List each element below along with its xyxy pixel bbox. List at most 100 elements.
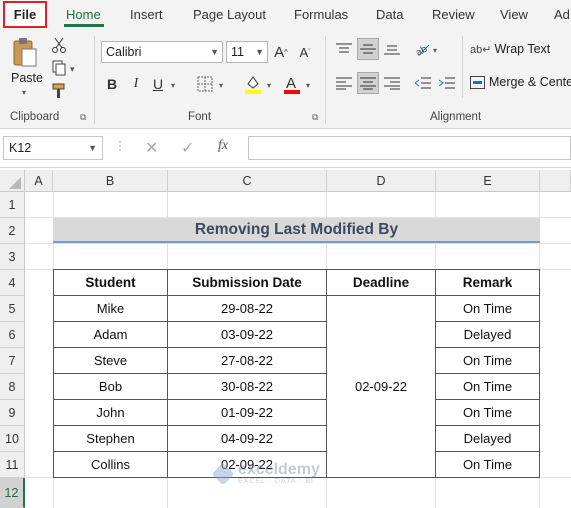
underline-dropdown-icon[interactable]: ▾ <box>168 76 178 94</box>
tab-home[interactable]: Home <box>66 7 101 22</box>
paste-label[interactable]: Paste <box>11 71 43 85</box>
format-painter-icon[interactable] <box>50 82 68 100</box>
cell-student[interactable]: Bob <box>54 374 168 400</box>
tab-review[interactable]: Review <box>432 7 475 22</box>
font-name-combo[interactable]: Calibri ▼ <box>101 41 223 63</box>
font-color-dropdown-icon[interactable]: ▾ <box>303 76 313 94</box>
column-header-e[interactable]: E <box>436 170 540 192</box>
increase-indent-icon[interactable] <box>437 73 457 93</box>
row-header-12[interactable]: 12 <box>0 478 25 508</box>
cell-student[interactable]: John <box>54 400 168 426</box>
header-submission-date[interactable]: Submission Date <box>168 270 327 296</box>
column-header-f[interactable] <box>540 170 571 192</box>
borders-icon[interactable] <box>196 75 214 93</box>
deadline-merged-cell[interactable]: 02-09-22 <box>327 296 436 478</box>
fill-color-dropdown-icon[interactable]: ▾ <box>264 76 274 94</box>
font-launcher-icon[interactable]: ⧉ <box>312 112 318 123</box>
column-header-d[interactable]: D <box>327 170 436 192</box>
cell-remark[interactable]: On Time <box>436 348 540 374</box>
row-header-9[interactable]: 9 <box>0 400 25 426</box>
bottom-align-icon[interactable] <box>382 39 402 59</box>
decrease-indent-icon[interactable] <box>413 73 433 93</box>
cell-submission-date[interactable]: 02-09-22 <box>168 452 327 478</box>
cell-remark[interactable]: On Time <box>436 296 540 322</box>
row-header-5[interactable]: 5 <box>0 296 25 322</box>
select-all-corner[interactable] <box>0 170 25 192</box>
font-size-value: 11 <box>231 45 244 59</box>
header-deadline[interactable]: Deadline <box>327 270 436 296</box>
column-header-c[interactable]: C <box>168 170 327 192</box>
cell-remark[interactable]: Delayed <box>436 322 540 348</box>
watermark-tagline: EXCEL · DATA · BI <box>238 478 314 485</box>
formula-input[interactable] <box>248 136 571 160</box>
orientation-icon[interactable]: ab ▾ <box>414 39 442 59</box>
tab-formulas[interactable]: Formulas <box>294 7 348 22</box>
row-header-4[interactable]: 4 <box>0 270 25 296</box>
cell-student[interactable]: Steve <box>54 348 168 374</box>
row-header-10[interactable]: 10 <box>0 426 25 452</box>
cell-remark[interactable]: On Time <box>436 452 540 478</box>
paste-dropdown-icon[interactable]: ▾ <box>22 88 26 97</box>
name-box[interactable]: K12 ▼ <box>3 136 103 160</box>
column-header-a[interactable]: A <box>25 170 53 192</box>
cell-student[interactable]: Adam <box>54 322 168 348</box>
merge-center-label: Merge & Center <box>489 75 571 89</box>
align-left-icon[interactable] <box>334 73 354 93</box>
bold-icon[interactable]: B <box>104 74 120 94</box>
underline-icon[interactable]: U <box>150 74 166 94</box>
wrap-text-button[interactable]: ab↵ Wrap Text <box>470 42 550 56</box>
row-header-1[interactable]: 1 <box>0 192 25 218</box>
tab-file[interactable]: File <box>3 1 47 28</box>
merge-center-button[interactable]: Merge & Center <box>470 75 571 89</box>
insert-function-icon[interactable]: fx <box>218 138 228 154</box>
copy-icon[interactable]: ▾ <box>50 59 80 77</box>
font-group-label: Font <box>188 111 212 123</box>
cell-student[interactable]: Collins <box>54 452 168 478</box>
tab-add-ins[interactable]: Ad <box>554 7 570 22</box>
borders-dropdown-icon[interactable]: ▾ <box>216 76 226 94</box>
cell-remark[interactable]: Delayed <box>436 426 540 452</box>
header-student[interactable]: Student <box>54 270 168 296</box>
decrease-font-size-icon[interactable]: Aˇ <box>296 42 314 62</box>
align-center-icon[interactable] <box>357 72 379 94</box>
cell-submission-date[interactable]: 03-09-22 <box>168 322 327 348</box>
middle-align-icon[interactable] <box>357 38 379 60</box>
increase-font-size-icon[interactable]: A ^ <box>272 42 290 62</box>
sheet-title[interactable]: Removing Last Modified By <box>53 218 540 243</box>
row-header-7[interactable]: 7 <box>0 348 25 374</box>
cut-icon[interactable] <box>50 36 68 54</box>
italic-icon[interactable]: I <box>128 74 144 94</box>
header-remark[interactable]: Remark <box>436 270 540 296</box>
cell-submission-date[interactable]: 27-08-22 <box>168 348 327 374</box>
enter-icon[interactable]: ✓ <box>181 138 194 158</box>
cell-submission-date[interactable]: 01-09-22 <box>168 400 327 426</box>
tab-data[interactable]: Data <box>376 7 403 22</box>
row-header-3[interactable]: 3 <box>0 244 25 270</box>
cell-submission-date[interactable]: 30-08-22 <box>168 374 327 400</box>
top-align-icon[interactable] <box>334 39 354 59</box>
cell-student[interactable]: Mike <box>54 296 168 322</box>
paste-icon[interactable] <box>8 36 42 70</box>
tab-view[interactable]: View <box>500 7 528 22</box>
row-header-2[interactable]: 2 <box>0 218 25 244</box>
row-header-8[interactable]: 8 <box>0 374 25 400</box>
chevron-down-icon[interactable]: ▼ <box>88 137 97 159</box>
row-header-6[interactable]: 6 <box>0 322 25 348</box>
cancel-icon[interactable]: ✕ <box>145 138 158 158</box>
clipboard-launcher-icon[interactable]: ⧉ <box>80 112 86 123</box>
cell-remark[interactable]: On Time <box>436 400 540 426</box>
font-color-icon[interactable]: A <box>282 73 302 95</box>
fill-color-icon[interactable] <box>243 73 263 95</box>
cell-student[interactable]: Stephen <box>54 426 168 452</box>
grid-line <box>25 243 571 244</box>
tab-insert[interactable]: Insert <box>130 7 163 22</box>
align-right-icon[interactable] <box>382 73 402 93</box>
cell-submission-date[interactable]: 04-09-22 <box>168 426 327 452</box>
svg-text:▾: ▾ <box>70 64 75 74</box>
cell-submission-date[interactable]: 29-08-22 <box>168 296 327 322</box>
tab-page-layout[interactable]: Page Layout <box>193 7 266 22</box>
row-header-11[interactable]: 11 <box>0 452 25 478</box>
column-header-b[interactable]: B <box>53 170 168 192</box>
cell-remark[interactable]: On Time <box>436 374 540 400</box>
font-size-combo[interactable]: 11 ▼ <box>226 41 268 63</box>
